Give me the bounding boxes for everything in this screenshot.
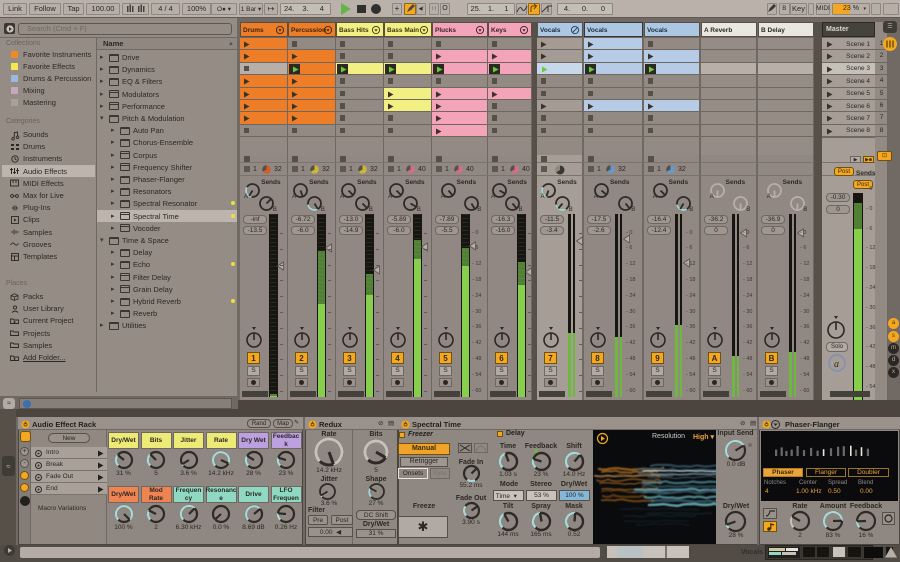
svg-text:a: a — [834, 359, 839, 370]
